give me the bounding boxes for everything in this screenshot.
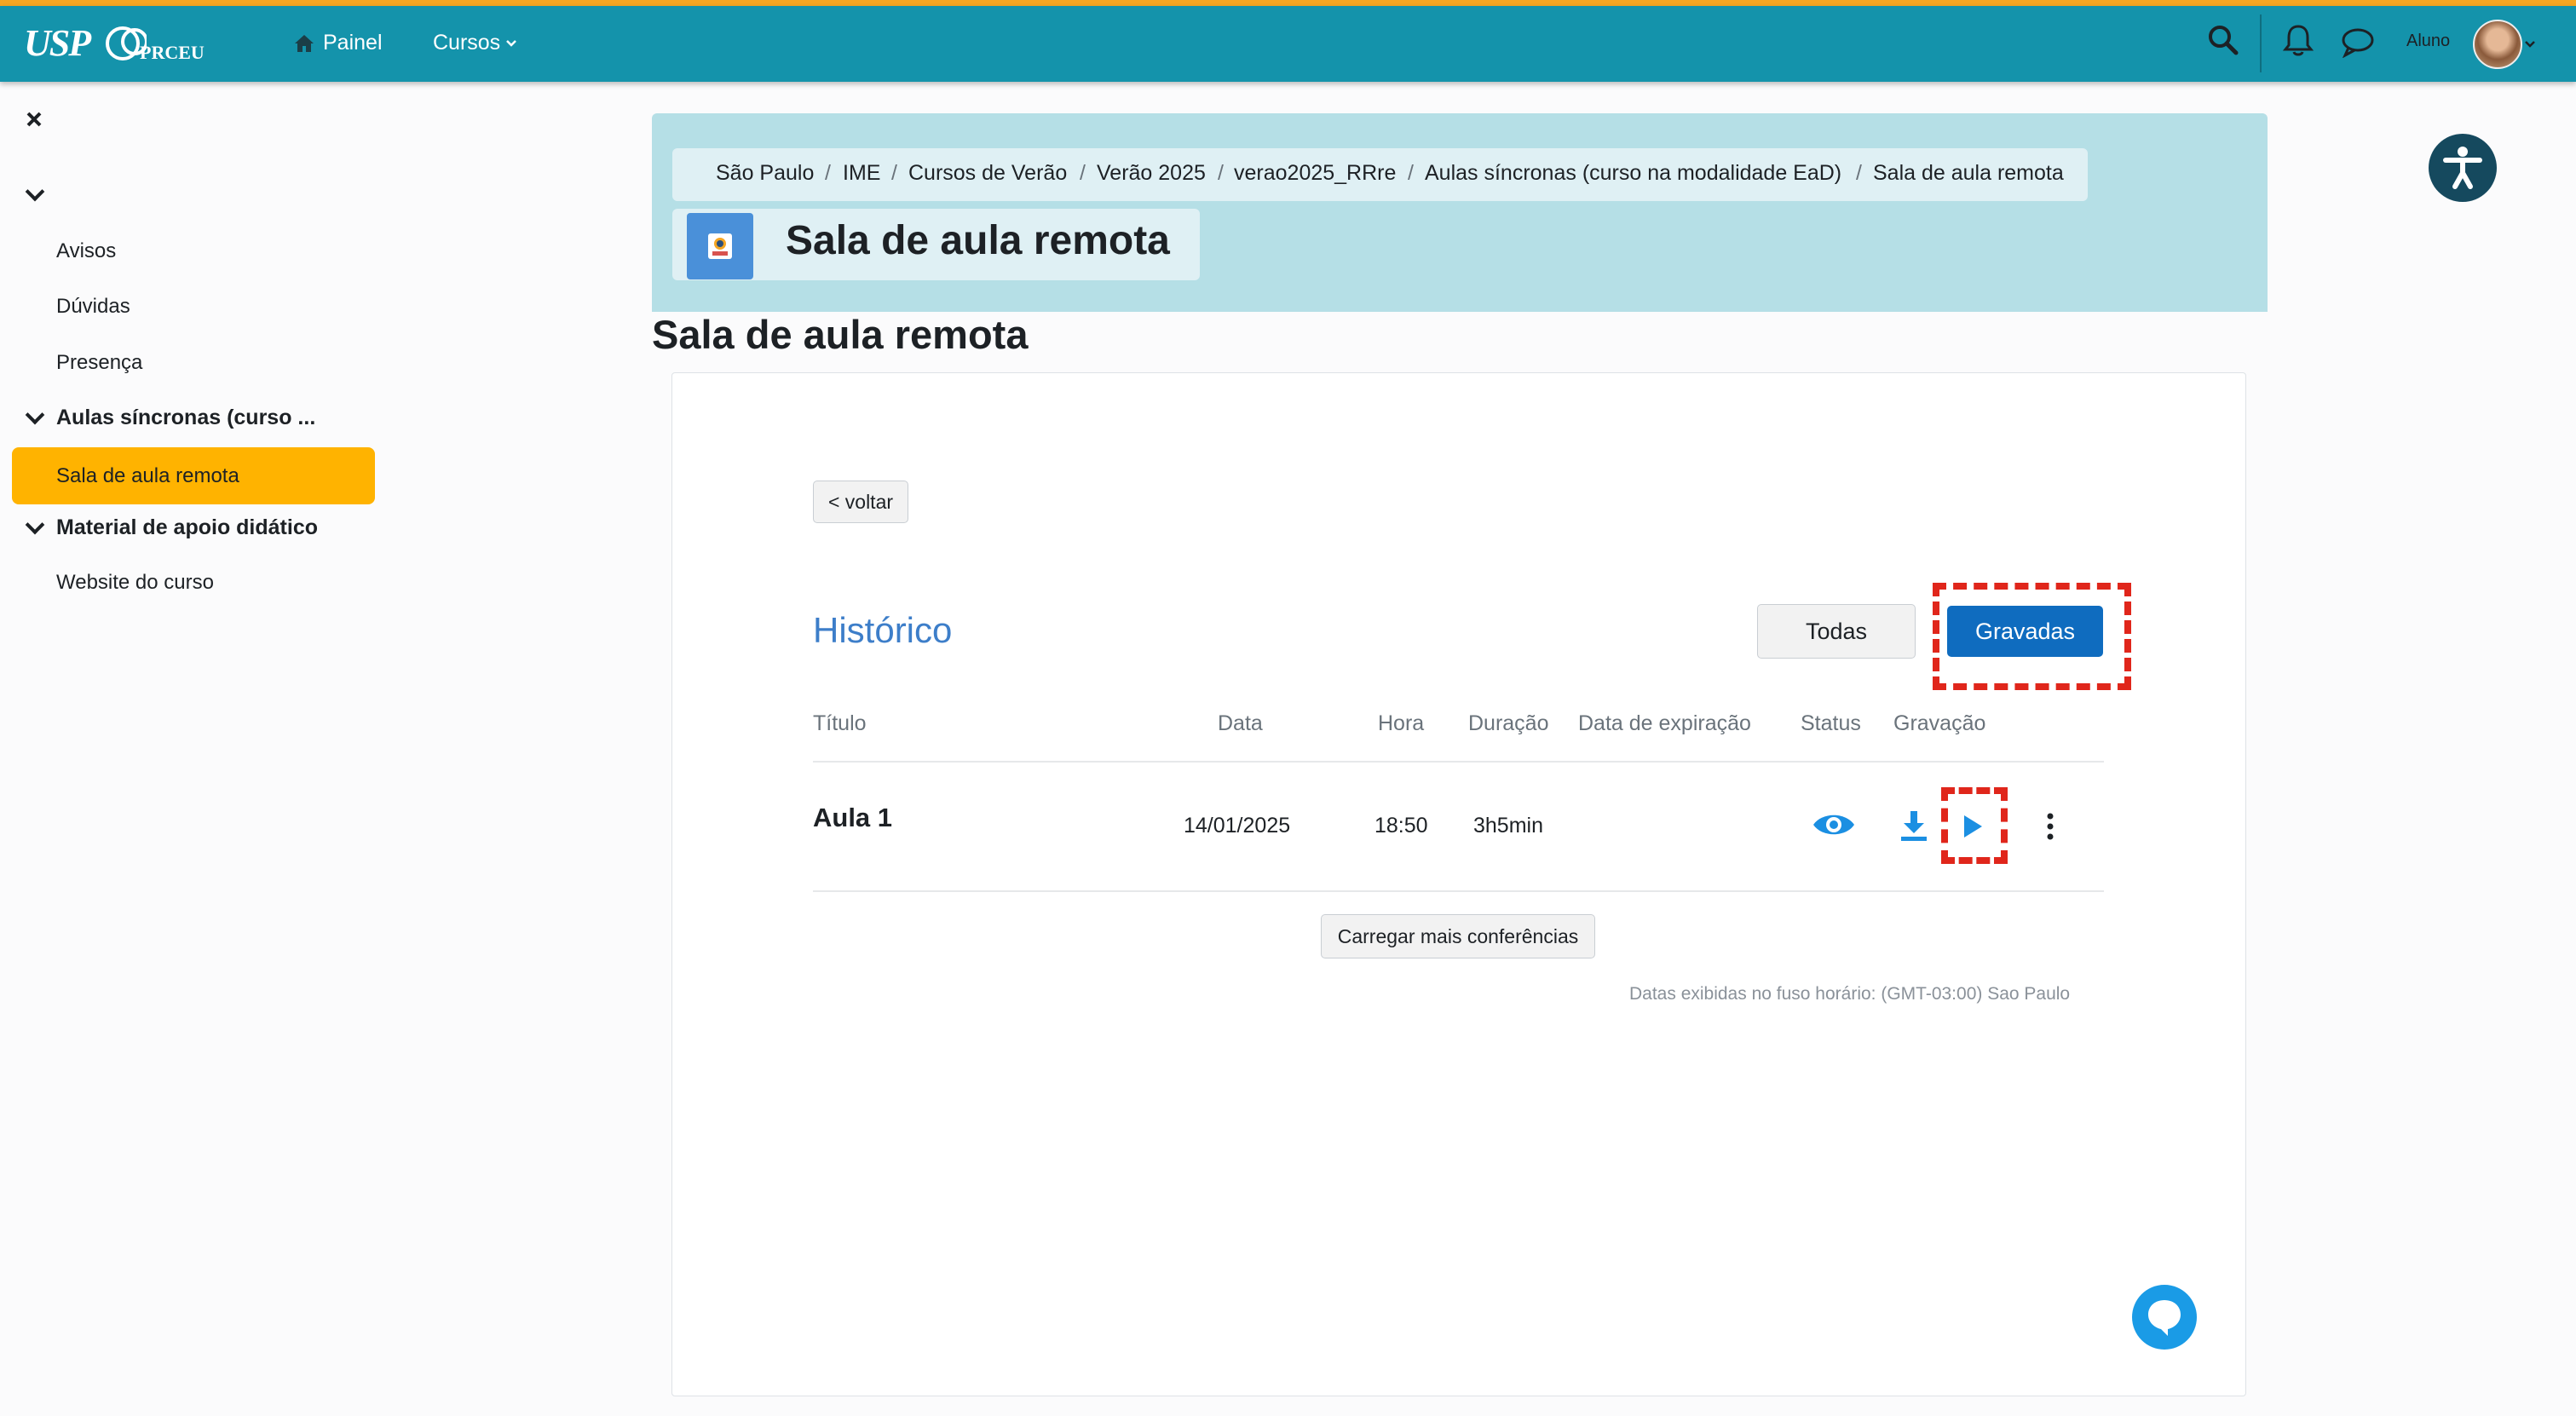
top-navbar: USP PRCEU Painel Cursos Aluno <box>0 6 2576 82</box>
user-menu-chevron-icon[interactable] <box>2524 40 2536 49</box>
header-title: Sala de aula remota <box>786 218 1170 263</box>
usp-logo[interactable]: USP <box>24 22 91 64</box>
chat-bubble-icon[interactable] <box>2340 26 2376 58</box>
row-duration: 3h5min <box>1473 814 1543 838</box>
video-conference-icon <box>708 233 732 259</box>
breadcrumb-separator: / <box>825 161 831 185</box>
column-header-duracao: Duração <box>1468 711 1549 735</box>
nav-painel-label: Painel <box>323 31 383 55</box>
prceu-logo-text: PRCEU <box>140 42 205 63</box>
accessibility-icon <box>2443 147 2482 189</box>
row-title: Aula 1 <box>813 803 893 832</box>
breadcrumb-separator: / <box>1218 161 1224 185</box>
breadcrumb-item[interactable]: Cursos de Verão <box>908 161 1067 186</box>
sidebar-section-aulas-sincronas[interactable]: Aulas síncronas (curso ... <box>56 406 315 430</box>
eye-icon[interactable] <box>1812 810 1856 839</box>
load-more-label: Carregar mais conferências <box>1337 924 1579 947</box>
highlight-play-box <box>1941 787 2008 864</box>
bell-icon[interactable] <box>2282 23 2314 59</box>
top-accent-stripe <box>0 0 2576 6</box>
close-icon[interactable] <box>26 111 43 128</box>
history-heading: Histórico <box>813 610 953 650</box>
usp-logo-text: USP <box>24 22 91 64</box>
download-icon[interactable] <box>1899 809 1928 842</box>
sidebar-item-duvidas[interactable]: Dúvidas <box>56 295 130 319</box>
breadcrumb-separator: / <box>1408 161 1414 185</box>
search-icon[interactable] <box>2207 24 2239 56</box>
page-title: Sala de aula remota <box>652 312 1029 357</box>
nav-cursos-dropdown[interactable]: Cursos <box>433 31 517 55</box>
chat-bubble-icon <box>2148 1300 2181 1336</box>
breadcrumb-separator: / <box>1856 161 1862 185</box>
column-header-data: Data <box>1218 711 1263 735</box>
floating-chat-button[interactable] <box>2132 1285 2197 1350</box>
home-icon <box>295 34 314 52</box>
column-header-gravacao: Gravação <box>1893 711 1986 735</box>
nav-cursos-label: Cursos <box>433 31 501 55</box>
filter-todas-button[interactable]: Todas <box>1757 604 1916 659</box>
table-divider <box>813 761 2104 763</box>
back-button-label: < voltar <box>827 490 894 513</box>
sidebar-item-website[interactable]: Website do curso <box>56 571 214 595</box>
sidebar-item-presenca[interactable]: Presença <box>56 351 142 375</box>
sidebar-item-avisos[interactable]: Avisos <box>56 239 116 263</box>
timezone-note: Datas exibidas no fuso horário: (GMT-03:… <box>1629 984 2071 1004</box>
column-header-status: Status <box>1801 711 1861 735</box>
user-name[interactable]: Aluno <box>2406 32 2450 51</box>
column-header-titulo: Título <box>813 711 867 735</box>
breadcrumb-item[interactable]: São Paulo <box>716 161 814 186</box>
chevron-down-icon[interactable] <box>25 405 45 425</box>
sidebar-section-material-de-apoio[interactable]: Material de apoio didático <box>56 515 318 540</box>
sidebar-item-sala-de-aula-remota[interactable]: Sala de aula remota <box>12 447 375 504</box>
row-date: 14/01/2025 <box>1184 814 1291 838</box>
breadcrumb-separator: / <box>891 161 897 185</box>
avatar[interactable] <box>2473 20 2522 69</box>
chevron-down-icon[interactable] <box>25 181 45 202</box>
activity-icon <box>687 213 753 279</box>
more-options-icon[interactable] <box>2042 812 2059 841</box>
breadcrumb-item[interactable]: verao2025_RRre <box>1234 161 1396 186</box>
column-header-hora: Hora <box>1378 711 1425 735</box>
breadcrumb-item[interactable]: Verão 2025 <box>1097 161 1206 186</box>
column-header-expiracao: Data de expiração <box>1578 711 1751 735</box>
row-time: 18:50 <box>1374 814 1428 838</box>
navbar-divider <box>2260 14 2262 72</box>
sidebar-item-label: Sala de aula remota <box>56 464 239 487</box>
breadcrumb-separator: / <box>1080 161 1086 185</box>
accessibility-button[interactable] <box>2429 134 2497 202</box>
load-more-button[interactable]: Carregar mais conferências <box>1321 914 1595 958</box>
nav-painel[interactable]: Painel <box>294 31 383 55</box>
breadcrumb-item[interactable]: Aulas síncronas (curso na modalidade EaD… <box>1425 161 1841 186</box>
breadcrumb-item[interactable]: IME <box>843 161 880 186</box>
back-button[interactable]: < voltar <box>813 481 908 523</box>
chevron-down-icon <box>506 39 517 47</box>
chevron-down-icon[interactable] <box>25 515 45 535</box>
table-divider <box>813 890 2104 892</box>
filter-todas-label: Todas <box>1805 618 1868 644</box>
breadcrumb-item-current: Sala de aula remota <box>1873 161 2064 185</box>
highlight-gravadas-box <box>1933 583 2131 690</box>
sidebar: Avisos Dúvidas Presença Aulas síncronas … <box>0 82 401 1416</box>
